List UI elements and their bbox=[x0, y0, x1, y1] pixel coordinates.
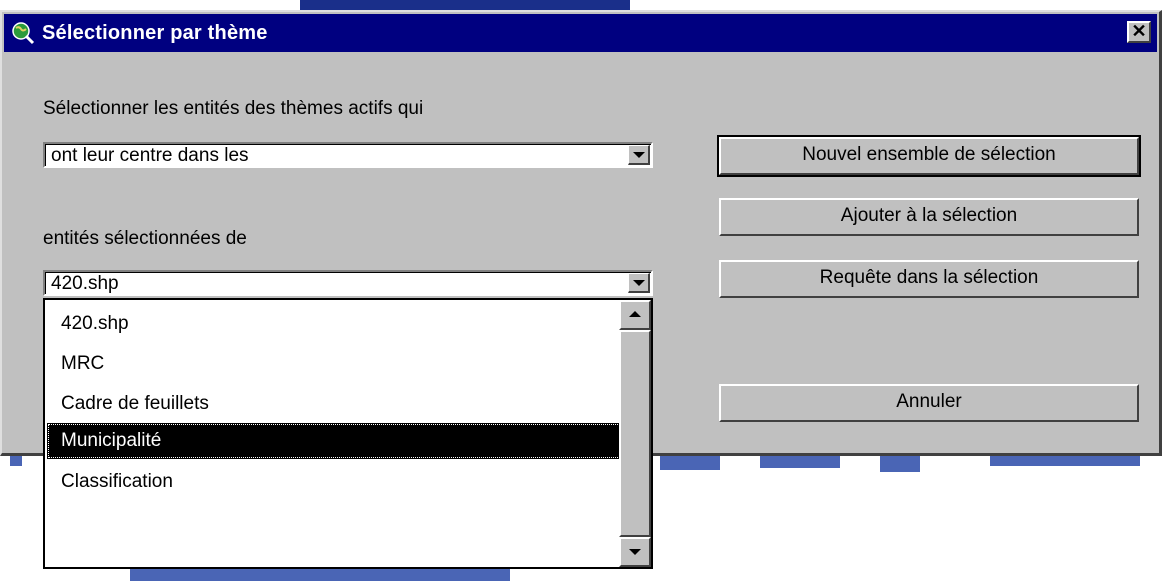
close-icon[interactable]: ✕ bbox=[1127, 21, 1151, 43]
theme-dropdown-list[interactable]: 420.shp MRC Cadre de feuillets Municipal… bbox=[43, 298, 653, 569]
selection-method-dropdown[interactable]: ont leur centre dans les bbox=[43, 142, 653, 168]
selection-method-value: ont leur centre dans les bbox=[51, 145, 249, 166]
background-map-fragment bbox=[760, 456, 840, 468]
select-from-selection-button[interactable]: Requête dans la sélection bbox=[719, 260, 1139, 298]
new-selection-set-button[interactable]: Nouvel ensemble de sélection bbox=[717, 135, 1141, 177]
select-features-label: Sélectionner les entités des thèmes acti… bbox=[43, 98, 424, 119]
title-bar[interactable]: Sélectionner par thème ✕ bbox=[4, 14, 1157, 52]
globe-magnifier-icon bbox=[12, 22, 35, 45]
background-map-fragment bbox=[990, 456, 1140, 466]
cancel-button[interactable]: Annuler bbox=[719, 384, 1139, 422]
chevron-down-icon[interactable] bbox=[628, 273, 650, 293]
chevron-down-icon[interactable] bbox=[628, 145, 650, 165]
scroll-down-arrow-icon[interactable] bbox=[619, 537, 651, 567]
background-map-fragment bbox=[300, 0, 630, 10]
selected-features-of-label: entités sélectionnées de bbox=[43, 228, 247, 249]
list-item[interactable]: Cadre de feuillets bbox=[47, 386, 621, 422]
background-map-fragment bbox=[10, 456, 22, 466]
list-item[interactable]: MRC bbox=[47, 346, 621, 382]
list-item[interactable]: 420.shp bbox=[47, 306, 621, 342]
background-map-fragment bbox=[880, 456, 920, 472]
background-map-fragment bbox=[130, 569, 510, 581]
list-item[interactable]: Classification bbox=[47, 464, 621, 500]
list-item-selected[interactable]: Municipalité bbox=[47, 423, 621, 459]
window-title: Sélectionner par thème bbox=[42, 21, 268, 44]
scroll-up-arrow-icon[interactable] bbox=[619, 300, 651, 330]
add-to-selection-button[interactable]: Ajouter à la sélection bbox=[719, 198, 1139, 236]
background-map-fragment bbox=[660, 456, 720, 470]
scrollbar-thumb[interactable] bbox=[619, 330, 651, 537]
theme-dropdown-value: 420.shp bbox=[51, 273, 119, 294]
dropdown-scrollbar[interactable] bbox=[619, 300, 651, 567]
theme-dropdown[interactable]: 420.shp bbox=[43, 270, 653, 296]
